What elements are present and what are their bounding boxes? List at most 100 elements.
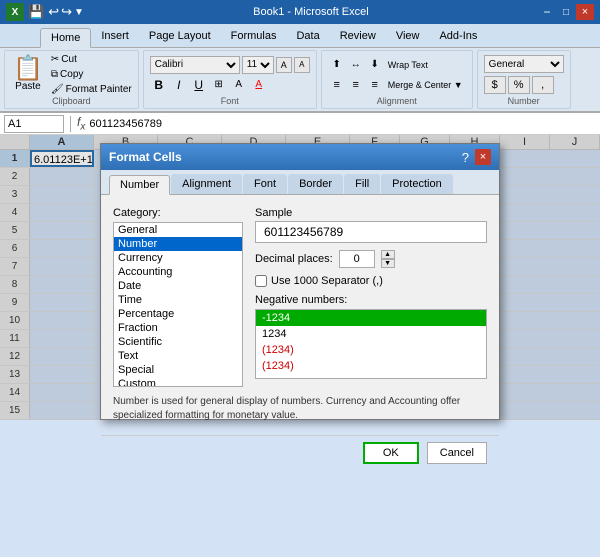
alignment-group: ⬆ ↔ ⬇ Wrap Text ≡ ≡ ≡ Merge & Center ▼ A… — [321, 50, 473, 109]
category-panel: Category: General Number Currency Accoun… — [113, 207, 243, 387]
right-panel: Sample 601123456789 Decimal places: ▲ ▼ — [255, 207, 487, 387]
tab-review[interactable]: Review — [330, 27, 386, 47]
decimal-label: Decimal places: — [255, 253, 333, 265]
border-button[interactable]: ⊞ — [210, 76, 228, 94]
cat-date[interactable]: Date — [114, 279, 242, 293]
bold-button[interactable]: B — [150, 76, 168, 94]
format-painter-icon: 🖌 — [51, 84, 64, 95]
dialog-footer: OK Cancel — [101, 435, 499, 470]
number-group: General $ % , Number — [477, 50, 571, 109]
qa-redo[interactable]: ↪ — [61, 4, 72, 20]
align-left-button[interactable]: ≡ — [328, 76, 346, 94]
neg-option-2[interactable]: (1234) — [256, 342, 486, 358]
cat-fraction[interactable]: Fraction — [114, 321, 242, 335]
dialog-close-button[interactable]: × — [475, 149, 491, 165]
cat-custom[interactable]: Custom — [114, 377, 242, 387]
title-bar: X 💾 ↩ ↪ ▼ Book1 - Microsoft Excel − □ × — [0, 0, 600, 24]
thousand-sep-checkbox[interactable] — [255, 275, 267, 287]
dlg-tab-number[interactable]: Number — [109, 175, 170, 195]
italic-button[interactable]: I — [170, 76, 188, 94]
dialog-tabs: Number Alignment Font Border Fill Protec… — [101, 170, 499, 195]
neg-option-0[interactable]: -1234 — [256, 310, 486, 326]
ribbon-tabs: Home Insert Page Layout Formulas Data Re… — [0, 24, 600, 48]
font-color-button[interactable]: A — [250, 76, 268, 94]
align-top-button[interactable]: ⬆ — [328, 56, 346, 74]
dlg-tab-font[interactable]: Font — [243, 174, 287, 194]
font-group: Calibri 11 A A B I U ⊞ A A Font — [143, 50, 317, 109]
dialog-help-icon[interactable]: ? — [462, 150, 469, 165]
dlg-tab-alignment[interactable]: Alignment — [171, 174, 242, 194]
clipboard-group: 📋 Paste ✂ Cut ⧉ Copy 🖌 Format Painter Cl… — [4, 50, 139, 109]
dlg-tab-protection[interactable]: Protection — [381, 174, 453, 194]
cat-special[interactable]: Special — [114, 363, 242, 377]
tab-home[interactable]: Home — [40, 28, 91, 48]
tab-page-layout[interactable]: Page Layout — [139, 27, 221, 47]
maximize-button[interactable]: □ — [557, 4, 575, 20]
decimal-input[interactable] — [339, 250, 375, 268]
copy-button[interactable]: ⧉ Copy — [49, 68, 134, 81]
decimal-down-button[interactable]: ▼ — [381, 259, 395, 268]
align-right-button[interactable]: ≡ — [366, 76, 384, 94]
name-box[interactable] — [4, 115, 64, 133]
qa-save[interactable]: 💾 — [28, 4, 44, 20]
tab-add-ins[interactable]: Add-Ins — [429, 27, 487, 47]
cut-button[interactable]: ✂ Cut — [49, 53, 134, 66]
neg-option-1[interactable]: 1234 — [256, 326, 486, 342]
cat-general[interactable]: General — [114, 223, 242, 237]
app-icon: X — [6, 3, 24, 21]
tab-insert[interactable]: Insert — [91, 27, 139, 47]
format-cells-dialog: Format Cells ? × Number Alignment Font B… — [100, 143, 500, 420]
qa-undo[interactable]: ↩ — [48, 4, 59, 20]
dialog-body: Category: General Number Currency Accoun… — [101, 195, 499, 435]
cat-time[interactable]: Time — [114, 293, 242, 307]
tab-formulas[interactable]: Formulas — [221, 27, 287, 47]
sample-label: Sample — [255, 207, 487, 219]
copy-icon: ⧉ — [51, 69, 58, 80]
description-text: Number is used for general display of nu… — [113, 395, 487, 423]
wrap-text-button[interactable]: Wrap Text — [385, 56, 431, 74]
fill-color-button[interactable]: A — [230, 76, 248, 94]
font-name-select[interactable]: Calibri — [150, 56, 240, 74]
dlg-tab-fill[interactable]: Fill — [344, 174, 380, 194]
formula-bar: fx — [0, 113, 600, 135]
dollar-button[interactable]: $ — [484, 76, 506, 94]
format-painter-button[interactable]: 🖌 Format Painter — [49, 83, 134, 96]
align-bottom-button[interactable]: ⬇ — [366, 56, 384, 74]
decimal-up-button[interactable]: ▲ — [381, 250, 395, 259]
align-center-button[interactable]: ≡ — [347, 76, 365, 94]
formula-input[interactable] — [89, 118, 596, 130]
paste-button[interactable]: 📋 Paste — [9, 55, 47, 94]
cancel-button[interactable]: Cancel — [427, 442, 487, 464]
dialog-title-text: Format Cells — [109, 150, 182, 164]
neg-option-3[interactable]: (1234) — [256, 358, 486, 374]
formula-divider — [70, 116, 71, 132]
underline-button[interactable]: U — [190, 76, 208, 94]
dlg-tab-border[interactable]: Border — [288, 174, 343, 194]
category-label: Category: — [113, 207, 243, 219]
cat-number[interactable]: Number — [114, 237, 242, 251]
increase-size-button[interactable]: A — [276, 57, 292, 73]
modal-overlay: Format Cells ? × Number Alignment Font B… — [0, 135, 600, 420]
font-size-select[interactable]: 11 — [242, 56, 274, 74]
qa-dropdown[interactable]: ▼ — [74, 7, 84, 18]
minimize-button[interactable]: − — [538, 4, 556, 20]
cat-scientific[interactable]: Scientific — [114, 335, 242, 349]
clipboard-group-title: Clipboard — [52, 96, 91, 106]
ok-button[interactable]: OK — [363, 442, 419, 464]
comma-button[interactable]: , — [532, 76, 554, 94]
merge-center-button[interactable]: Merge & Center ▼ — [385, 76, 466, 94]
number-format-select[interactable]: General — [484, 55, 564, 73]
cat-percentage[interactable]: Percentage — [114, 307, 242, 321]
align-middle-button[interactable]: ↔ — [347, 56, 365, 74]
cat-currency[interactable]: Currency — [114, 251, 242, 265]
number-group-title: Number — [484, 96, 564, 106]
decrease-size-button[interactable]: A — [294, 57, 310, 73]
sample-box: 601123456789 — [255, 221, 487, 243]
tab-view[interactable]: View — [386, 27, 430, 47]
cat-text[interactable]: Text — [114, 349, 242, 363]
cat-accounting[interactable]: Accounting — [114, 265, 242, 279]
percent-button[interactable]: % — [508, 76, 530, 94]
spreadsheet: A B C D E F G H I J 1 6.01123E+11 2 3 4 … — [0, 135, 600, 420]
tab-data[interactable]: Data — [286, 27, 329, 47]
close-button[interactable]: × — [576, 4, 594, 20]
